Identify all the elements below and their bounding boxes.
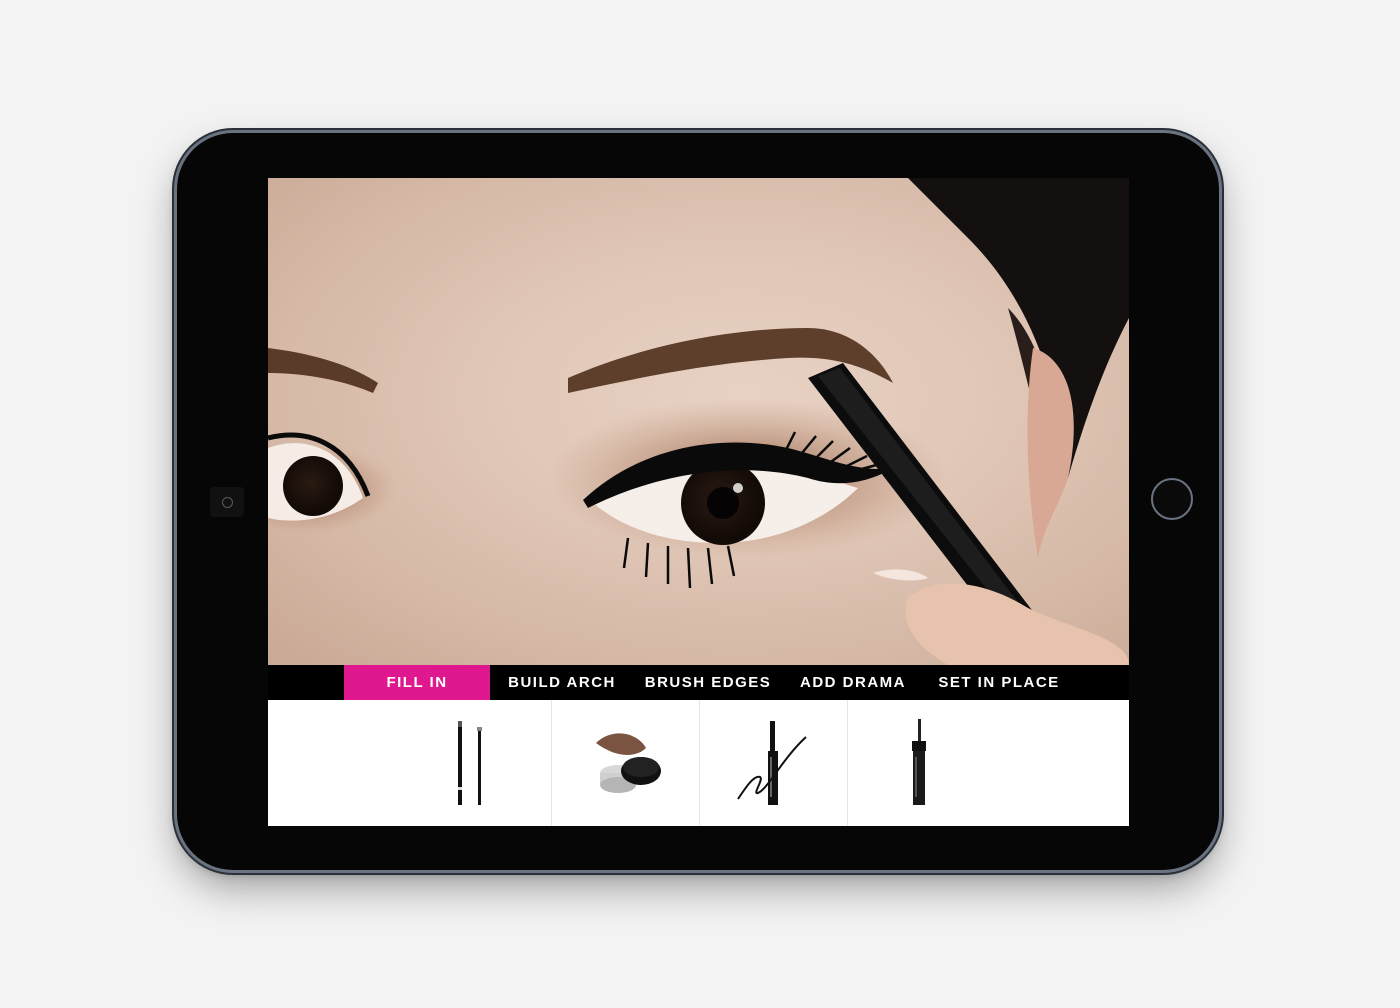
product-brow-pomade[interactable] [552,700,700,826]
tab-set-in-place[interactable]: SET IN PLACE [924,665,1074,700]
eye-makeup-illustration [268,178,1129,665]
brow-pomade-pot-icon [595,733,661,793]
app-screen: FILL IN BUILD ARCH BRUSH EDGES ADD DRAMA… [268,178,1129,826]
mascara-icon [912,719,926,805]
tab-build-arch[interactable]: BUILD ARCH [490,665,634,700]
front-camera-icon [210,487,244,517]
tutorial-video[interactable] [268,178,1129,665]
liquid-eyeliner-icon [736,721,807,805]
product-strip [268,700,1129,826]
brow-pencil-icon [457,721,482,805]
tab-add-drama[interactable]: ADD DRAMA [782,665,924,700]
technique-tab-bar: FILL IN BUILD ARCH BRUSH EDGES ADD DRAMA… [268,665,1129,700]
tab-fill-in[interactable]: FILL IN [344,665,490,700]
product-mascara[interactable] [848,700,996,826]
tab-brush-edges[interactable]: BRUSH EDGES [634,665,782,700]
home-button[interactable] [1151,478,1193,520]
product-liquid-eyeliner[interactable] [700,700,848,826]
product-brow-pencil[interactable] [404,700,552,826]
